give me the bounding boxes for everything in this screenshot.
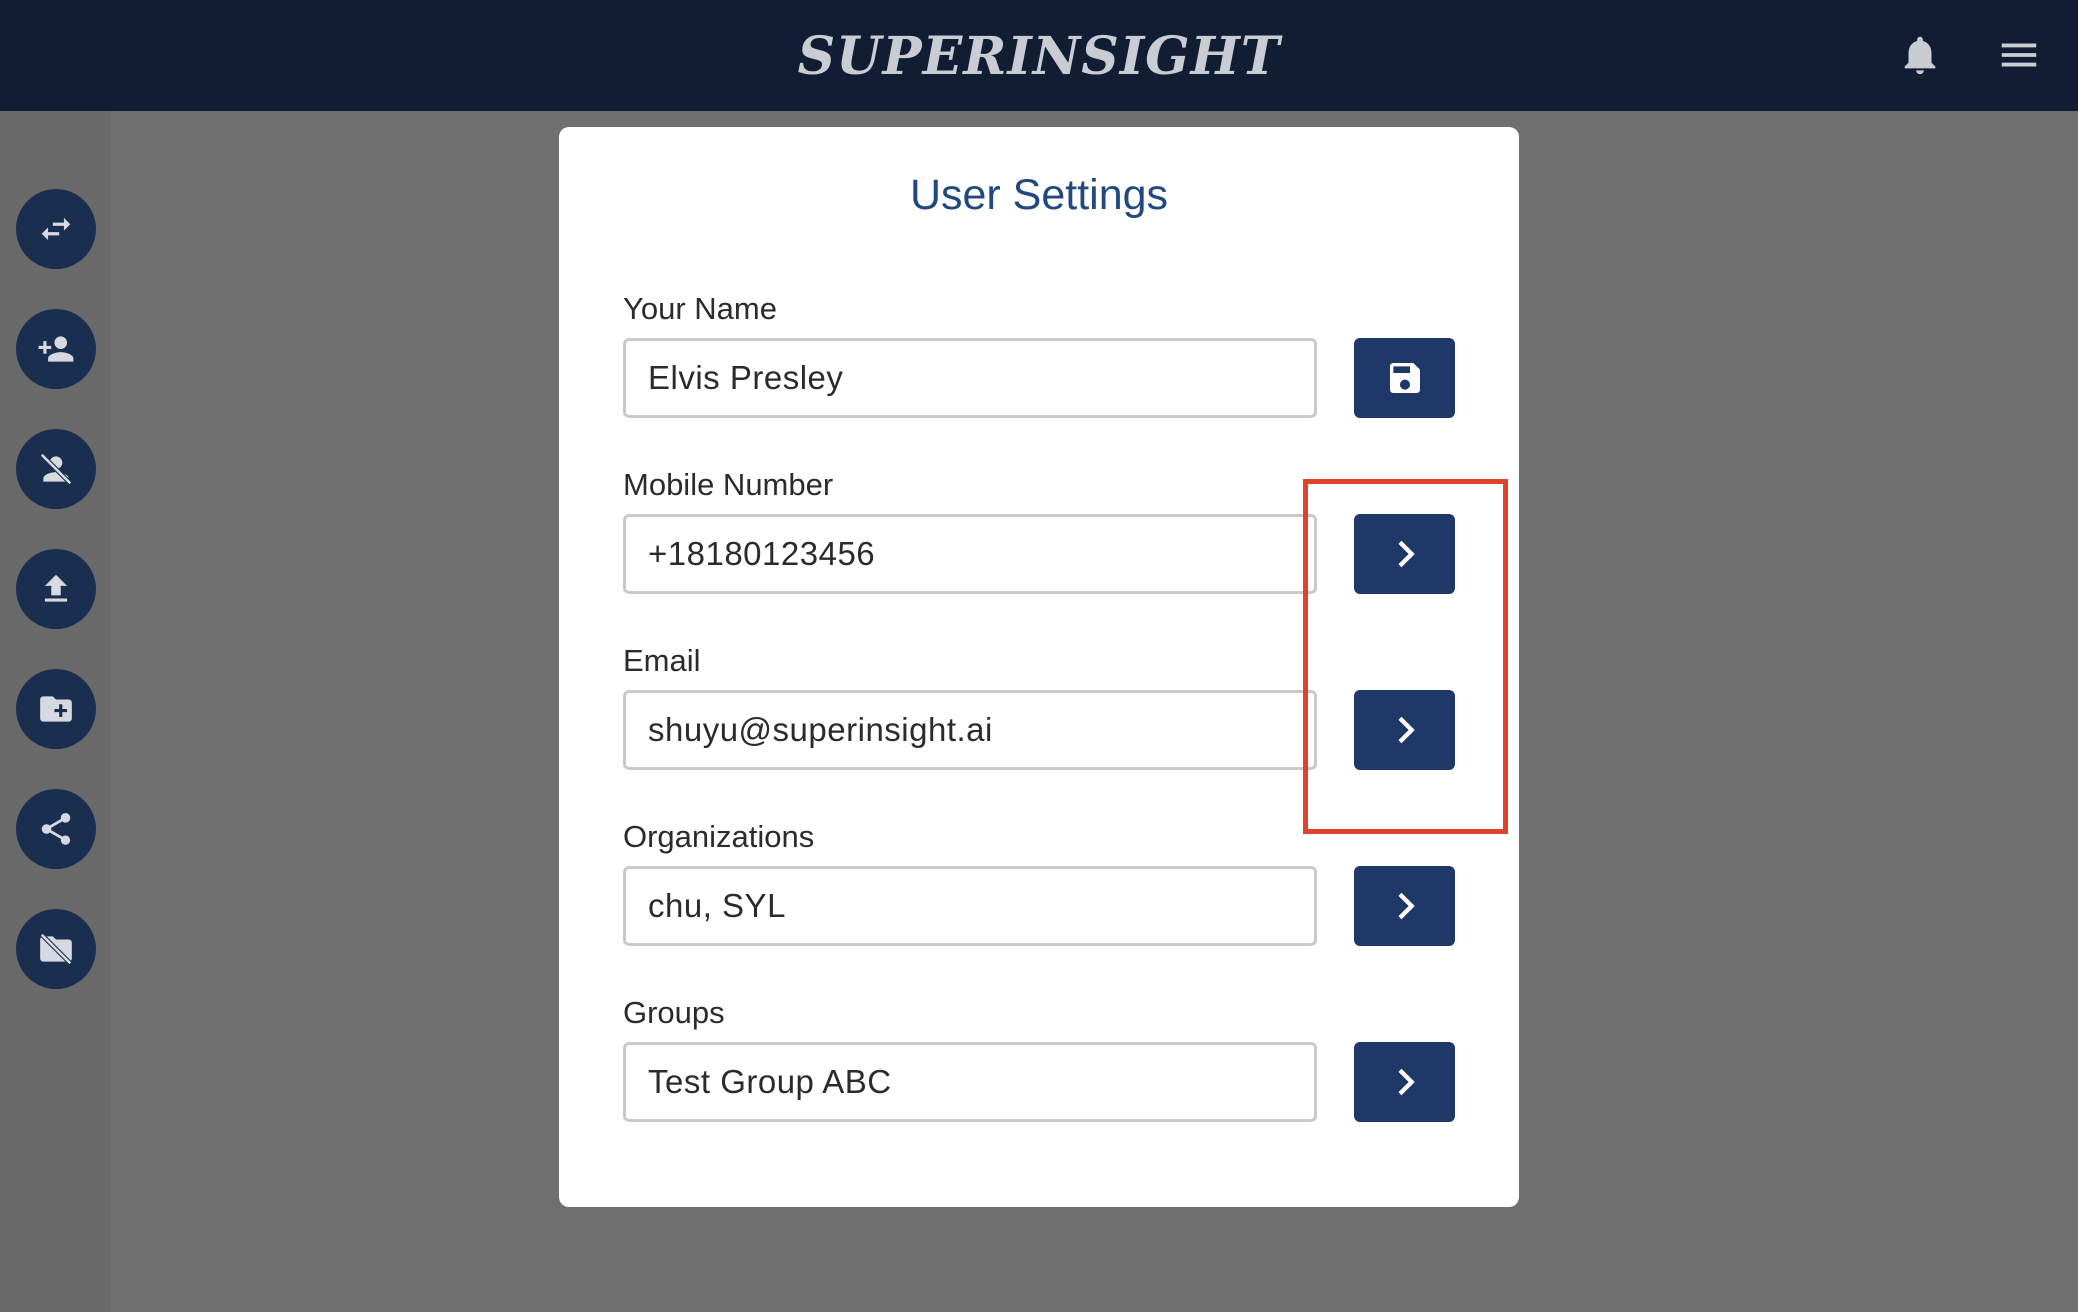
sidebar [0, 111, 111, 1312]
dialog-title: User Settings [909, 171, 1169, 219]
email-input[interactable] [623, 690, 1317, 770]
chevron-right-icon [1397, 716, 1415, 744]
groups-input[interactable] [623, 1042, 1317, 1122]
chevron-right-icon [1397, 1068, 1415, 1096]
organizations-label: Organizations [623, 819, 815, 854]
upload-button[interactable] [16, 549, 96, 629]
swap-icon [41, 217, 71, 241]
email-field-group: Email [623, 643, 1455, 783]
groups-field-group: Groups [623, 995, 1455, 1135]
add-user-icon [38, 336, 74, 362]
email-next-button[interactable] [1354, 690, 1455, 770]
organizations-next-button[interactable] [1354, 866, 1455, 946]
remove-user-icon [40, 453, 72, 485]
chevron-right-icon [1397, 540, 1415, 568]
share-button[interactable] [16, 789, 96, 869]
groups-label: Groups [623, 995, 725, 1030]
mobile-label: Mobile Number [623, 467, 834, 502]
mobile-next-button[interactable] [1354, 514, 1455, 594]
add-folder-icon [40, 696, 72, 722]
add-folder-button[interactable] [16, 669, 96, 749]
name-input[interactable] [623, 338, 1317, 418]
brand-logo[interactable]: SUPERINSIGHT [0, 26, 2078, 87]
remove-user-button[interactable] [16, 429, 96, 509]
organizations-input[interactable] [623, 866, 1317, 946]
top-navbar: SUPERINSIGHT [0, 0, 2078, 111]
hide-folder-icon [40, 933, 72, 965]
name-field-group: Your Name [623, 291, 1455, 431]
share-icon [41, 813, 71, 845]
groups-next-button[interactable] [1354, 1042, 1455, 1122]
organizations-field-group: Organizations [623, 819, 1455, 959]
bell-icon[interactable] [1897, 32, 1943, 78]
upload-icon [44, 574, 68, 602]
chevron-right-icon [1397, 892, 1415, 920]
save-name-button[interactable] [1354, 338, 1455, 418]
swap-button[interactable] [16, 189, 96, 269]
name-label: Your Name [623, 291, 777, 326]
mobile-input[interactable] [623, 514, 1317, 594]
email-label: Email [623, 643, 701, 678]
user-settings-dialog: User Settings Your Name Mobile Number Em… [559, 127, 1519, 1207]
add-user-button[interactable] [16, 309, 96, 389]
mobile-field-group: Mobile Number [623, 467, 1455, 607]
save-icon [1389, 363, 1420, 393]
hide-folder-button[interactable] [16, 909, 96, 989]
menu-icon[interactable] [1996, 32, 2042, 78]
